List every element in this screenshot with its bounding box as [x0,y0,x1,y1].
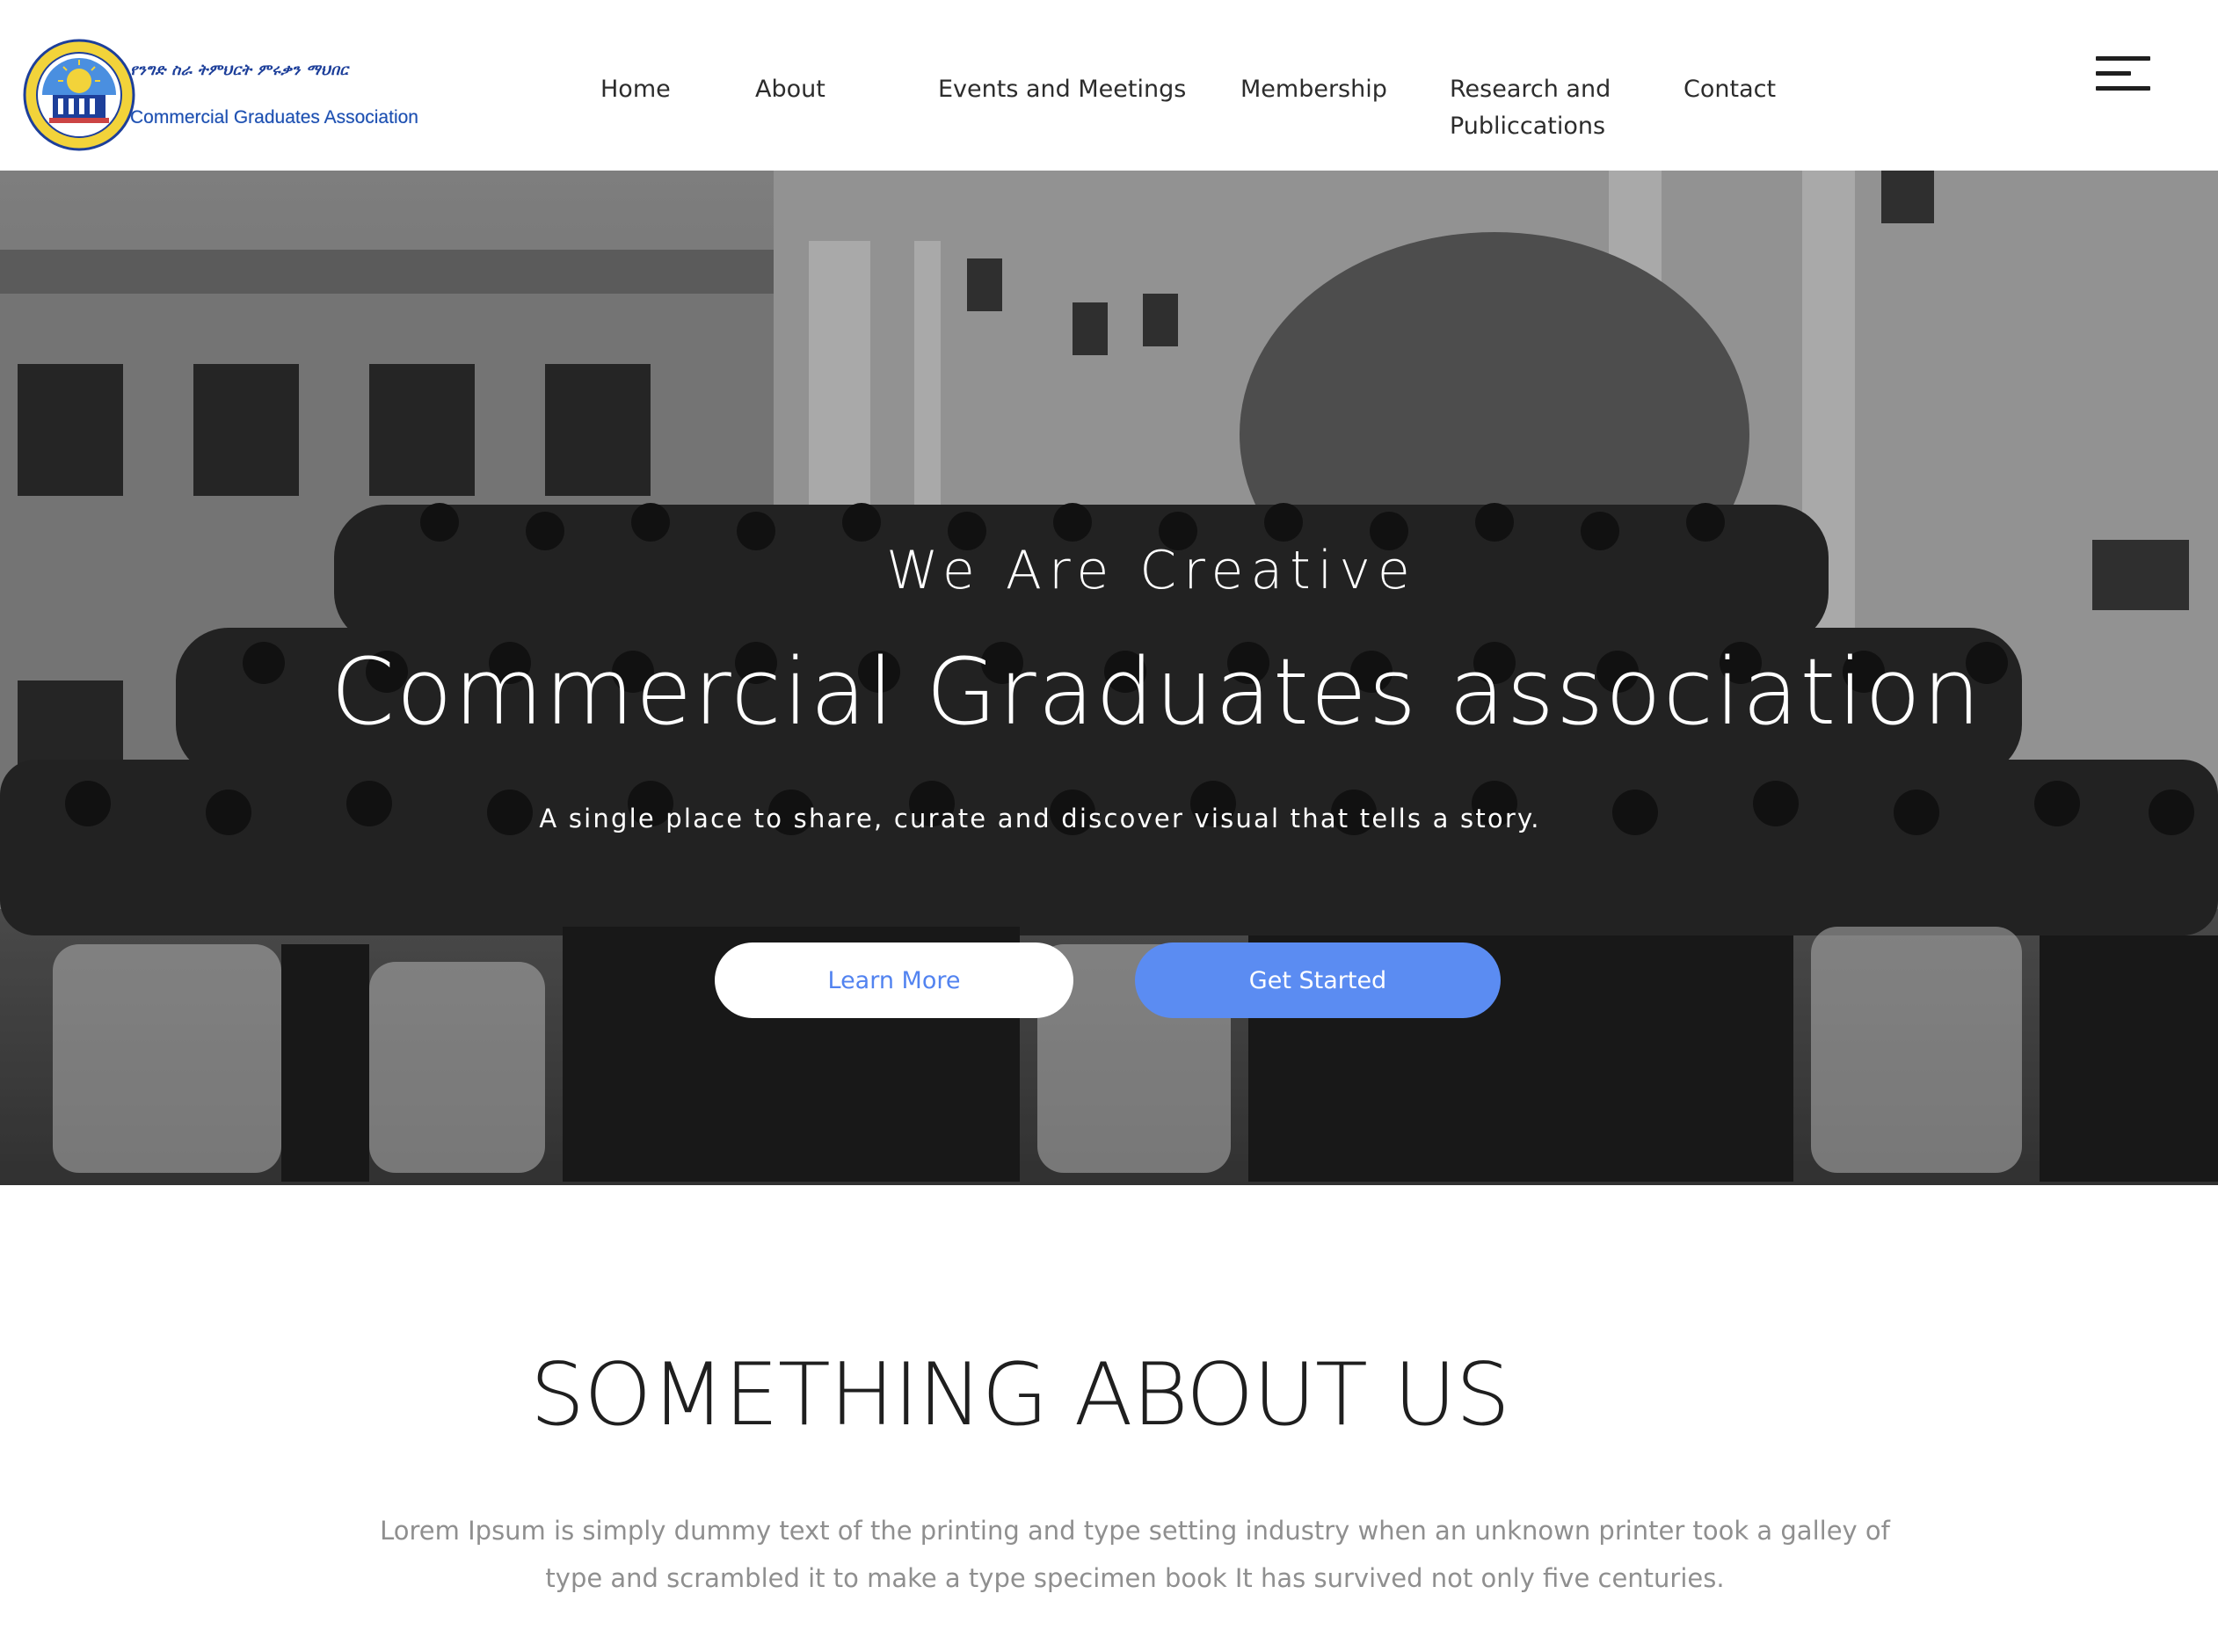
logo-amharic-name: የንግድ ስራ ትምህርት ምሩቃን ማህበር [130,62,349,79]
nav-membership[interactable]: Membership [1240,71,1387,108]
site-header: የንግድ ስራ ትምህርት ምሩቃን ማህበር Commercial Gradu… [0,0,2218,171]
nav-events-and-meetings[interactable]: Events and Meetings [938,71,1186,108]
get-started-button[interactable]: Get Started [1135,942,1501,1018]
about-description: Lorem Ipsum is simply dummy text of the … [380,1516,1890,1593]
learn-more-button[interactable]: Learn More [715,942,1073,1018]
about-heading: SOMETHING ABOUT US [530,1345,1510,1445]
hero-kicker: We Are Creative [886,540,1417,601]
nav-contact[interactable]: Contact [1683,71,1776,108]
hero-title: Commercial Graduates association [331,638,1982,746]
association-seal-icon [23,39,135,151]
nav-about[interactable]: About [755,71,825,108]
hero-subtitle: A single place to share, curate and disc… [539,804,1541,833]
hamburger-menu-icon[interactable] [2096,56,2150,91]
logo-english-name: Commercial Graduates Association [130,107,418,127]
site-logo[interactable]: የንግድ ስራ ትምህርት ምሩቃን ማህበር Commercial Gradu… [23,39,427,151]
nav-research-and-publications[interactable]: Research and Publiccations [1450,71,1634,145]
hero-section: We Are Creative Commercial Graduates ass… [0,171,2218,1185]
nav-home[interactable]: Home [600,71,671,108]
